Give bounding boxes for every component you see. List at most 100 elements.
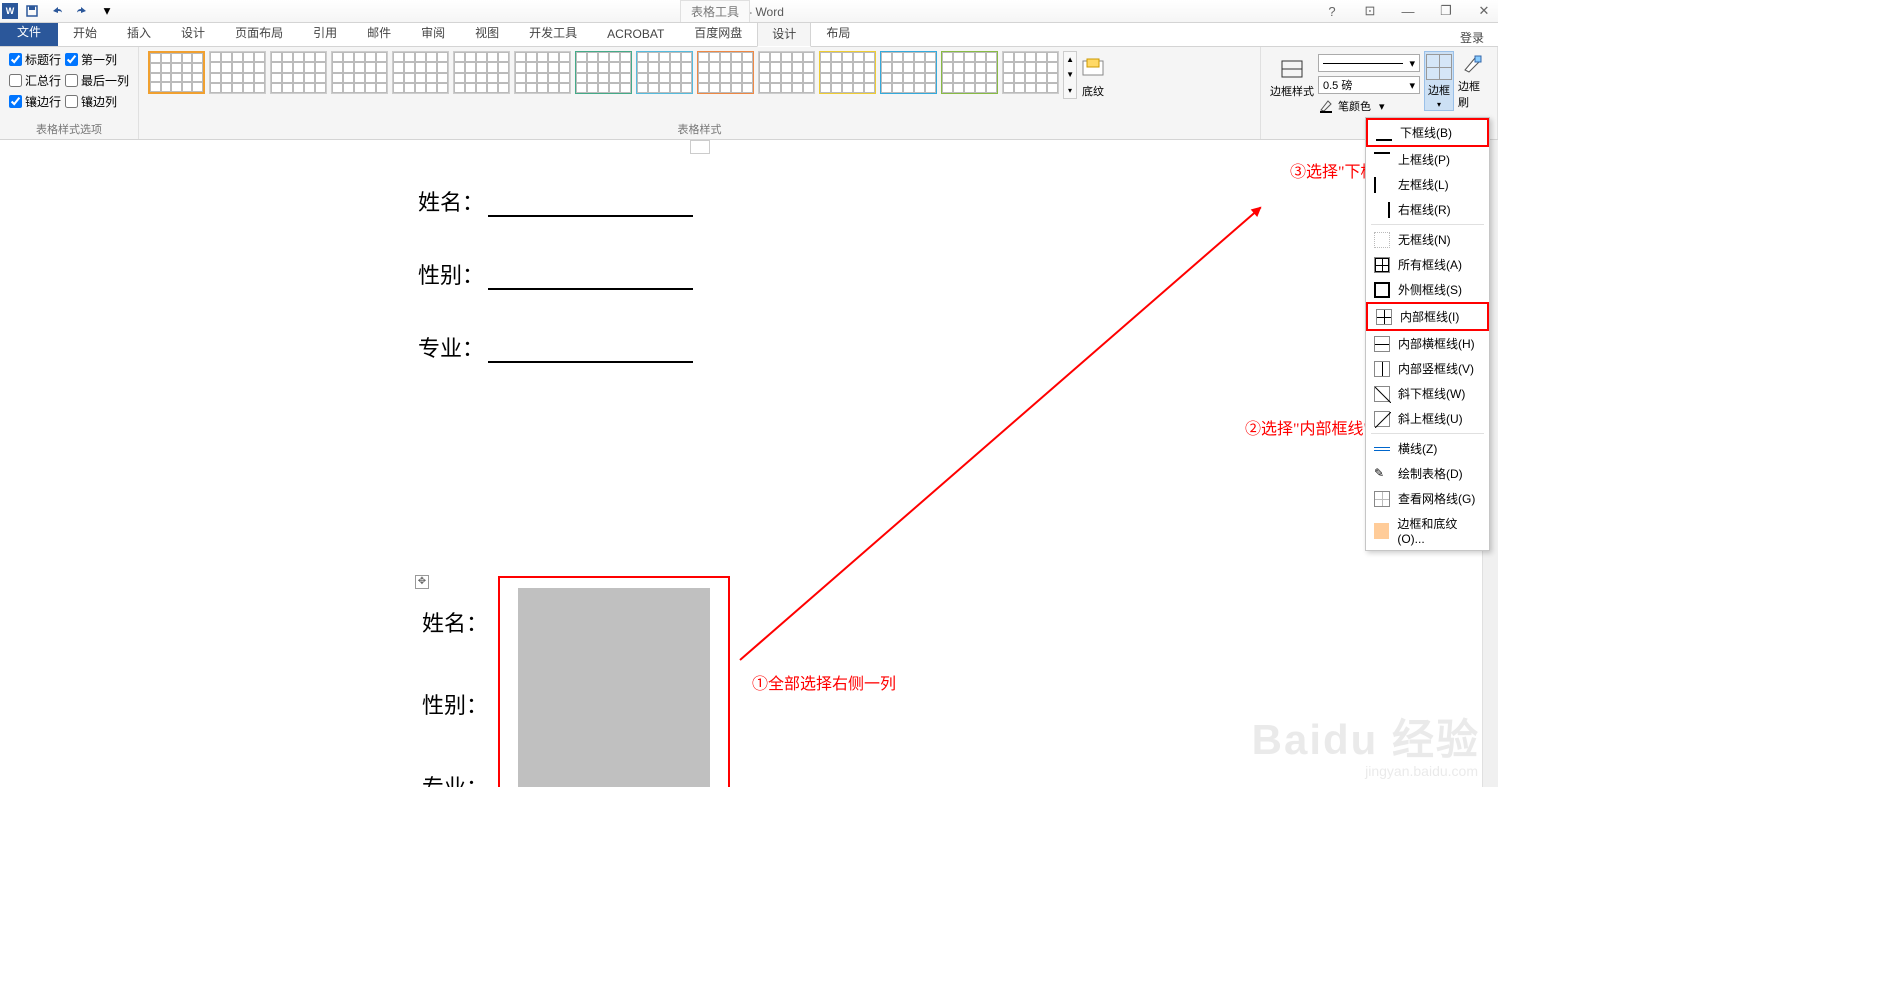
tab-home[interactable]: 开始 [58,19,112,46]
borders-dropdown-button[interactable]: 边框 ▾ [1424,51,1454,111]
chk-first-col[interactable]: 第一列 [65,51,129,68]
menu-left-border[interactable]: 左框线(L) [1366,172,1489,197]
pen-style-select[interactable]: ▾ [1318,54,1420,72]
table-move-handle-icon[interactable]: ✥ [415,575,429,589]
ruler-corner-icon [690,140,710,154]
menu-inside-v-borders[interactable]: 内部竖框线(V) [1366,356,1489,381]
word-icon: W [2,3,18,19]
form-major-row: 专业： [418,331,693,363]
ribbon: 标题行 汇总行 镶边行 第一列 最后一列 镶边列 表格样式选项 [0,47,1498,140]
gallery-down-icon[interactable]: ▼ [1064,67,1076,82]
group-label-style-options: 表格样式选项 [9,119,129,137]
menu-diag-down-border[interactable]: 斜下框线(W) [1366,381,1489,406]
form-gender-line [488,268,693,290]
tab-baidu[interactable]: 百度网盘 [679,19,757,46]
minimize-icon[interactable]: — [1394,1,1422,21]
tab-view[interactable]: 视图 [460,19,514,46]
style-gallery: ▲ ▼ ▾ 底纹 [148,51,1105,99]
chk-last-col[interactable]: 最后一列 [65,72,129,89]
chk-banded-cols[interactable]: 镶边列 [65,93,129,110]
menu-no-border[interactable]: 无框线(N) [1366,227,1489,252]
border-styles-button[interactable]: 边框样式 [1270,51,1314,99]
table-style-item[interactable] [331,51,388,94]
table-style-item[interactable] [880,51,937,94]
menu-inside-h-borders[interactable]: 内部横框线(H) [1366,331,1489,356]
chk-banded-rows[interactable]: 镶边行 [9,93,61,110]
menu-horizontal-line[interactable]: 横线(Z) [1366,436,1489,461]
menu-borders-shading[interactable]: 边框和底纹(O)... [1366,511,1489,550]
tab-table-layout[interactable]: 布局 [811,19,865,46]
login-link[interactable]: 登录 [1460,29,1498,46]
ribbon-display-icon[interactable]: ⊡ [1356,1,1384,21]
restore-icon[interactable]: ❐ [1432,1,1460,21]
form-gender-row: 性别： [418,258,693,290]
menu-diag-up-border[interactable]: 斜上框线(U) [1366,406,1489,431]
tab-acrobat[interactable]: ACROBAT [592,22,679,46]
form-gender-label: 性别： [418,258,484,290]
table-style-item[interactable] [758,51,815,94]
border-painter-button[interactable]: 边框刷 [1458,51,1488,111]
table-style-item[interactable] [819,51,876,94]
tab-page-layout[interactable]: 页面布局 [220,19,298,46]
form-major-label: 专业： [418,331,484,363]
pen-weight-select[interactable]: 0.5 磅▾ [1318,76,1420,94]
table-style-item[interactable] [636,51,693,94]
menu-draw-table[interactable]: ✎绘制表格(D) [1366,461,1489,486]
window-controls: ? ⊡ — ❐ ✕ [1318,1,1498,21]
tab-developer[interactable]: 开发工具 [514,19,592,46]
menu-right-border[interactable]: 右框线(R) [1366,197,1489,222]
help-icon[interactable]: ? [1318,1,1346,21]
table-style-item[interactable] [392,51,449,94]
annotation-step2: ②选择"内部框线" [1245,415,1370,439]
watermark: Baidu 经验 [1252,706,1480,767]
arrow-icon [739,207,1261,661]
menu-all-borders[interactable]: 所有框线(A) [1366,252,1489,277]
chk-total-row[interactable]: 汇总行 [9,72,61,89]
form-name-line [488,195,693,217]
tab-references[interactable]: 引用 [298,19,352,46]
tab-review[interactable]: 审阅 [406,19,460,46]
gallery-up-icon[interactable]: ▲ [1064,52,1076,67]
watermark-sub: jingyan.baidu.com [1365,763,1478,779]
table-style-item[interactable] [575,51,632,94]
chk-header-row[interactable]: 标题行 [9,51,61,68]
pen-color-button[interactable]: 笔颜色▾ [1318,98,1420,114]
table-style-item[interactable] [453,51,510,94]
table-style-item[interactable] [209,51,266,94]
menu-inside-borders[interactable]: 内部框线(I) [1366,302,1489,331]
qat-save-icon[interactable] [21,1,43,21]
selected-table[interactable]: ✥ 姓名： 性别： 专业： [498,576,730,787]
table-style-item[interactable] [148,51,205,94]
table-style-item[interactable] [941,51,998,94]
gallery-more-icon[interactable]: ▾ [1064,83,1076,98]
selected-column[interactable] [518,588,710,787]
table-style-item[interactable] [1002,51,1059,94]
close-icon[interactable]: ✕ [1470,1,1498,21]
table-style-item[interactable] [514,51,571,94]
tab-mailings[interactable]: 邮件 [352,19,406,46]
qat-undo-icon[interactable] [46,1,68,21]
tab-insert[interactable]: 插入 [112,19,166,46]
title-bar: W ▾ 文档1 - Word 表格工具 ? ⊡ — ❐ ✕ [0,0,1498,23]
form-name-label: 姓名： [418,185,484,217]
table-style-item[interactable] [697,51,754,94]
qat: W ▾ [0,1,118,21]
form-name-row: 姓名： [418,185,693,217]
tab-design[interactable]: 设计 [166,19,220,46]
menu-bottom-border[interactable]: 下框线(B) [1366,118,1489,147]
menu-view-gridlines[interactable]: 查看网格线(G) [1366,486,1489,511]
group-label-table-styles: 表格样式 [148,119,1251,137]
table-major-label: 专业： [422,770,488,787]
shading-button[interactable]: 底纹 [1081,51,1105,99]
qat-redo-icon[interactable] [71,1,93,21]
group-table-styles: ▲ ▼ ▾ 底纹 表格样式 [139,47,1261,139]
menu-top-border[interactable]: 上框线(P) [1366,147,1489,172]
qat-customize-icon[interactable]: ▾ [96,1,118,21]
ribbon-tabs: 文件 开始 插入 设计 页面布局 引用 邮件 审阅 视图 开发工具 ACROBA… [0,23,1498,47]
annotation-step1: ①全部选择右侧一列 [752,670,896,694]
form-major-line [488,341,693,363]
tab-table-design[interactable]: 设计 [757,20,811,47]
table-style-item[interactable] [270,51,327,94]
menu-outside-borders[interactable]: 外侧框线(S) [1366,277,1489,302]
document-area: 姓名： 性别： 专业： ✥ 姓名： 性别： 专业： ①全部选择右侧一列 ②选择"… [0,140,1498,787]
